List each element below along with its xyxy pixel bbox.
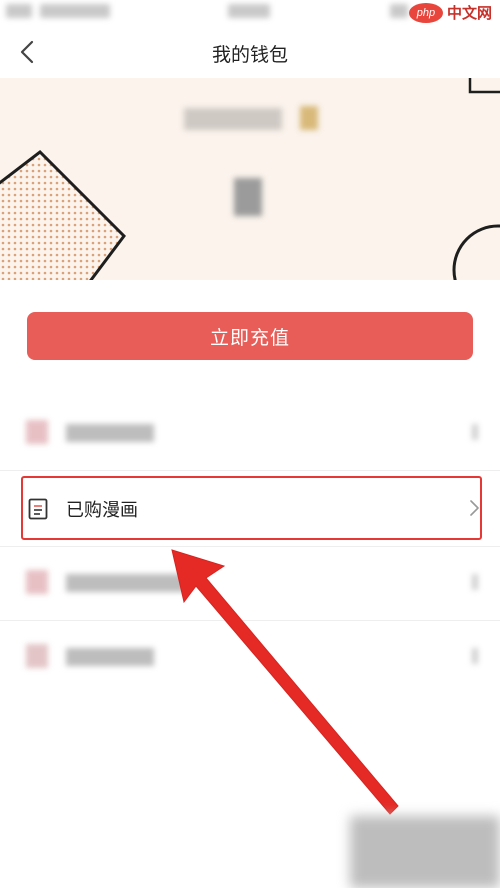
chevron-right-icon (472, 574, 478, 590)
menu-item-label-blurred (66, 574, 186, 592)
menu-item-3[interactable] (0, 550, 500, 614)
menu-item-label-blurred (66, 648, 154, 666)
watermark-text: 中文网 (446, 4, 492, 22)
divider (0, 546, 500, 547)
vip-badge-blurred (300, 106, 318, 130)
divider (0, 470, 500, 471)
status-bar: php 中文网 (0, 0, 500, 26)
page-title: 我的钱包 (211, 44, 288, 66)
watermark: php 中文网 (408, 2, 492, 23)
balance-blurred (234, 178, 262, 216)
status-blur-right (390, 4, 408, 18)
status-blur-left (6, 4, 32, 18)
wallet-banner (0, 78, 500, 280)
blurred-icon (26, 420, 48, 444)
chevron-right-icon (472, 648, 478, 664)
divider (0, 620, 500, 621)
chevron-right-icon (472, 424, 478, 440)
nav-bar: 我的钱包 (0, 26, 500, 78)
recharge-button[interactable]: 立即充值 (27, 312, 473, 360)
status-blur-left-2 (40, 4, 110, 18)
status-blur-center (228, 4, 270, 18)
highlight-box (21, 476, 482, 540)
menu-item-4[interactable] (0, 624, 500, 688)
blurred-icon (26, 570, 48, 594)
username-blurred (184, 108, 282, 130)
blurred-icon (26, 644, 48, 668)
menu-item-1[interactable] (0, 400, 500, 464)
bottom-blurred-area (350, 816, 500, 888)
watermark-logo: php (408, 2, 443, 23)
menu-item-label-blurred (66, 424, 154, 442)
